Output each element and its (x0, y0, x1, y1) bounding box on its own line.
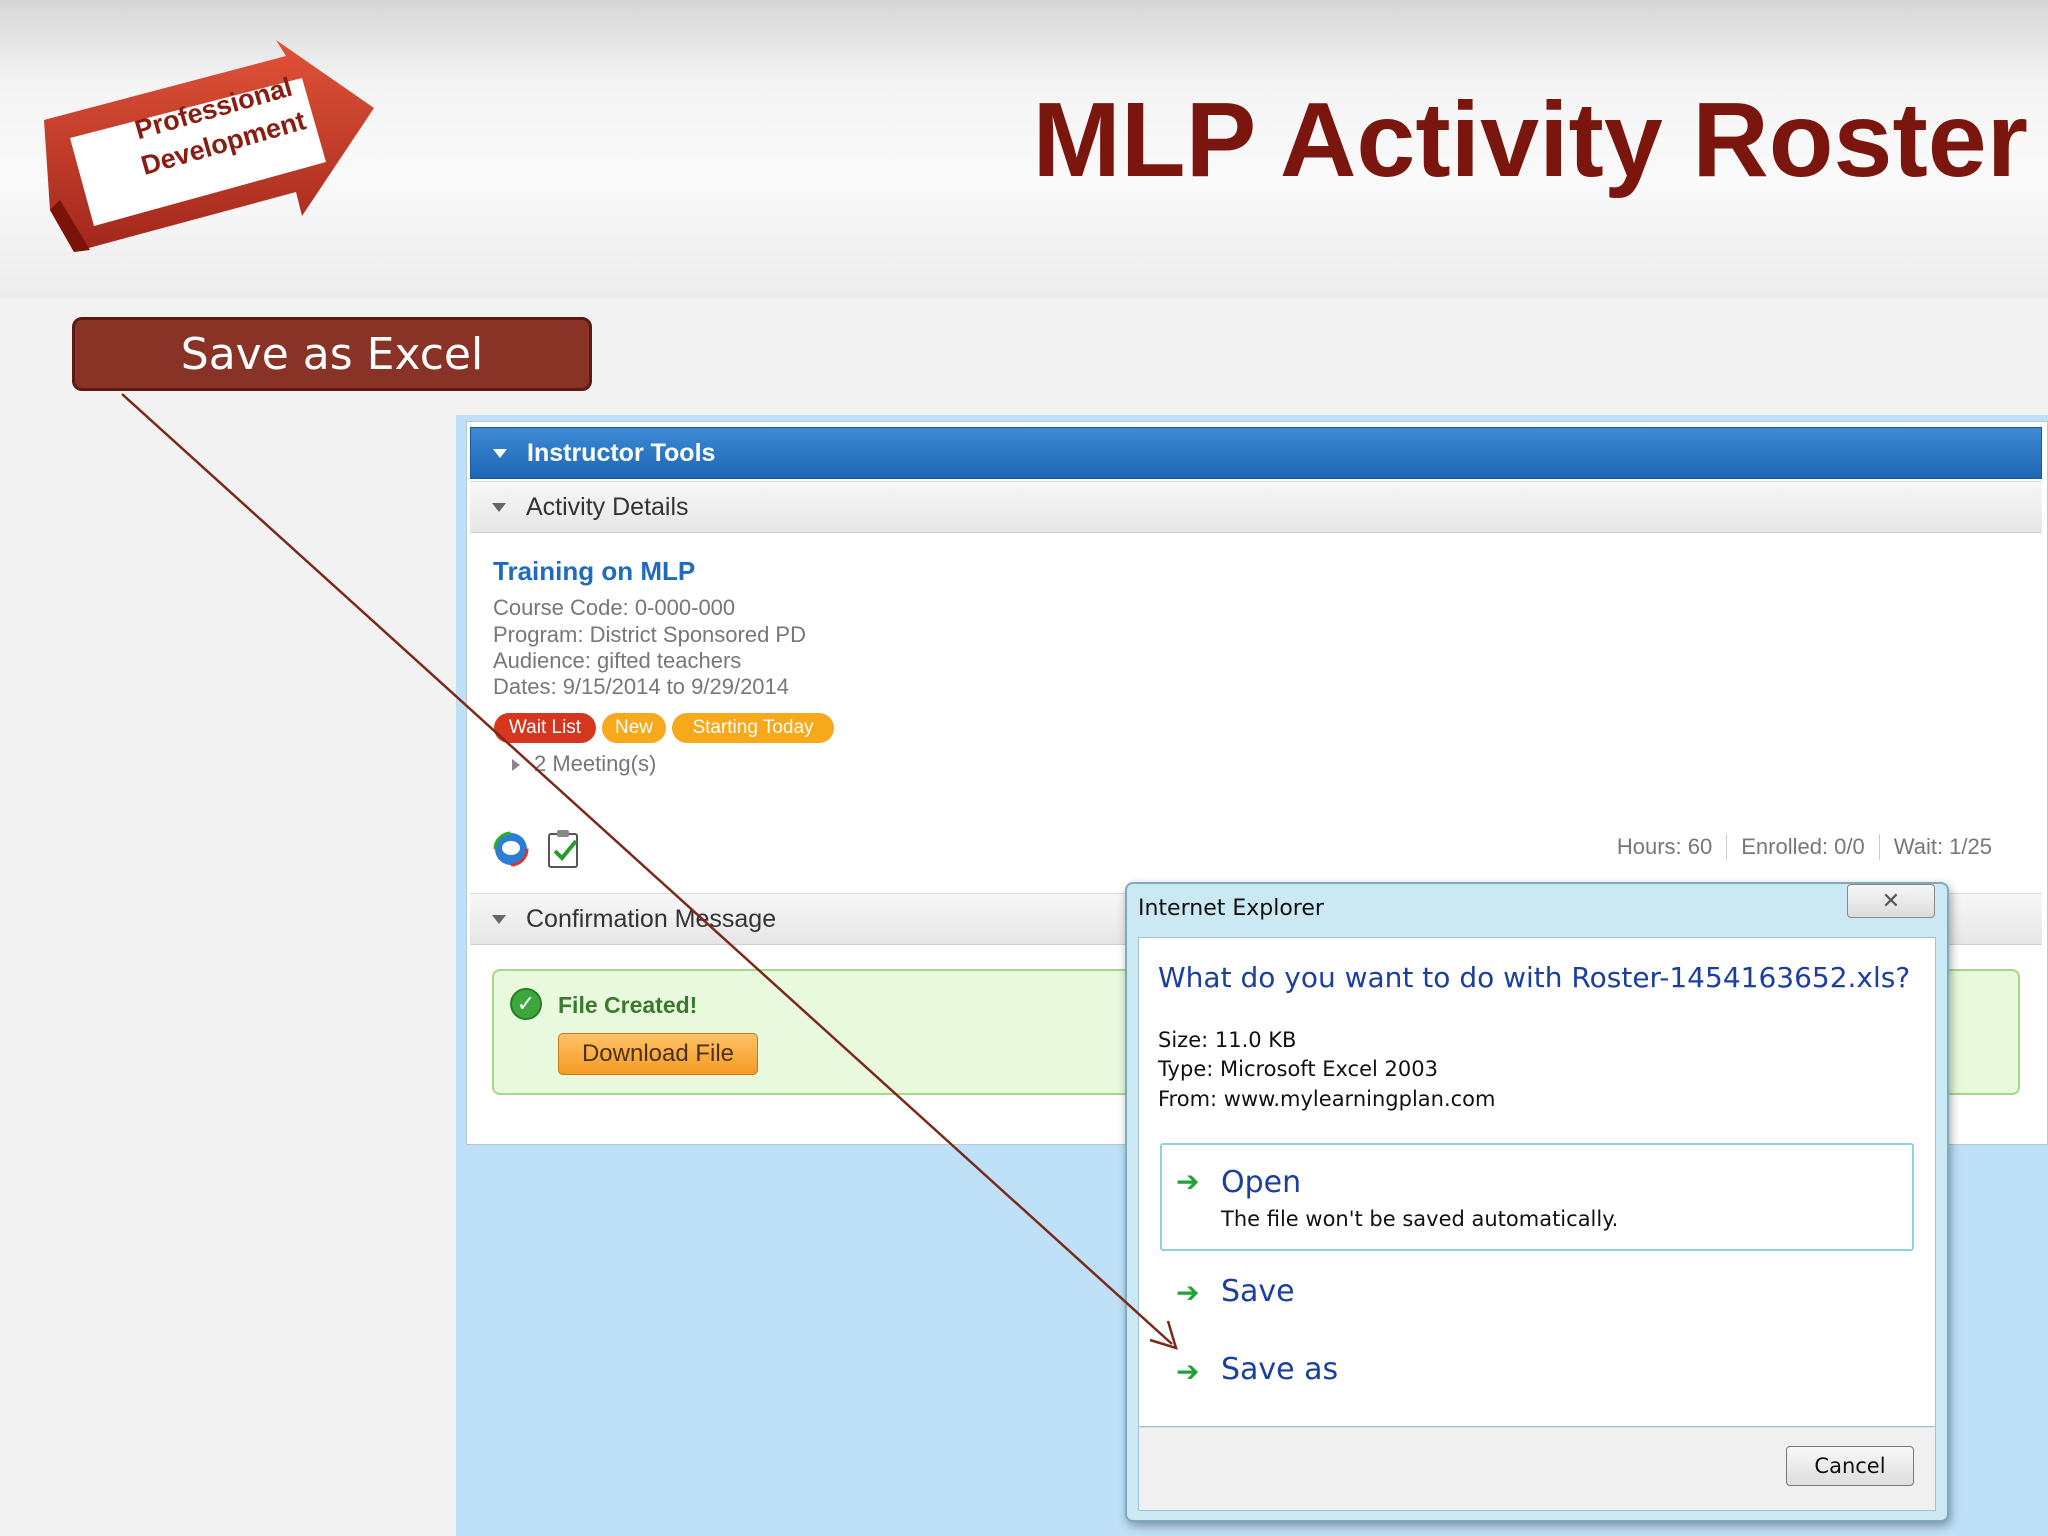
course-title-link[interactable]: Training on MLP (493, 556, 695, 587)
save-as-excel-callout: Save as Excel (72, 317, 592, 391)
collapse-triangle-icon (492, 914, 506, 924)
activity-details-label: Activity Details (526, 492, 689, 521)
green-arrow-icon: ➔ (1176, 1276, 1200, 1309)
collapse-triangle-icon (492, 502, 506, 512)
instructor-tools-header[interactable]: Instructor Tools (470, 427, 2042, 479)
green-arrow-icon: ➔ (1176, 1355, 1200, 1388)
instructor-tools-label: Instructor Tools (527, 438, 716, 467)
green-arrow-icon: ➔ (1176, 1165, 1200, 1198)
activity-stats: Hours: 60 Enrolled: 0/0 Wait: 1/25 (1603, 834, 2006, 860)
clipboard-check-icon[interactable] (546, 829, 582, 869)
activity-details-header[interactable]: Activity Details (470, 481, 2042, 533)
dates: Dates: 9/15/2014 to 9/29/2014 (493, 674, 790, 699)
file-type: Type: Microsoft Excel 2003 (1158, 1057, 1438, 1081)
audience: Audience: gifted teachers (493, 648, 742, 673)
enrolled-stat: Enrolled: 0/0 (1726, 834, 1879, 860)
program: Program: District Sponsored PD (493, 622, 806, 647)
meetings-toggle[interactable]: 2 Meeting(s) (512, 751, 656, 777)
save-option[interactable]: Save (1221, 1274, 1295, 1309)
cancel-button[interactable]: Cancel (1786, 1446, 1914, 1486)
wait-stat: Wait: 1/25 (1878, 834, 2006, 860)
collapse-triangle-icon (493, 448, 507, 458)
dialog-close-button[interactable]: ✕ (1847, 884, 1935, 918)
chat-bubble-icon[interactable] (493, 831, 529, 867)
close-icon: ✕ (1881, 888, 1901, 913)
expand-triangle-icon (512, 759, 520, 772)
meetings-label: 2 Meeting(s) (534, 751, 657, 776)
open-subtext: The file won't be saved automatically. (1221, 1207, 1619, 1231)
save-as-option[interactable]: Save as (1221, 1352, 1338, 1387)
check-circle-icon: ✓ (510, 988, 542, 1020)
wait-list-badge: Wait List (494, 713, 596, 743)
new-badge: New (602, 713, 666, 743)
dialog-title: Internet Explorer (1138, 896, 1324, 921)
confirmation-message-label: Confirmation Message (526, 904, 777, 933)
file-source: From: www.mylearningplan.com (1158, 1087, 1496, 1111)
open-label[interactable]: Open (1221, 1165, 1301, 1200)
course-code: Course Code: 0-000-000 (493, 595, 736, 620)
file-size: Size: 11.0 KB (1158, 1028, 1297, 1052)
download-file-button[interactable]: Download File (558, 1033, 758, 1075)
slide-title: MLP Activity Roster (1032, 81, 2028, 199)
file-created-text: File Created! (558, 992, 698, 1018)
hours-stat: Hours: 60 (1616, 834, 1713, 859)
starting-today-badge: Starting Today (672, 713, 834, 743)
dialog-question: What do you want to do with Roster-14541… (1158, 961, 1911, 994)
